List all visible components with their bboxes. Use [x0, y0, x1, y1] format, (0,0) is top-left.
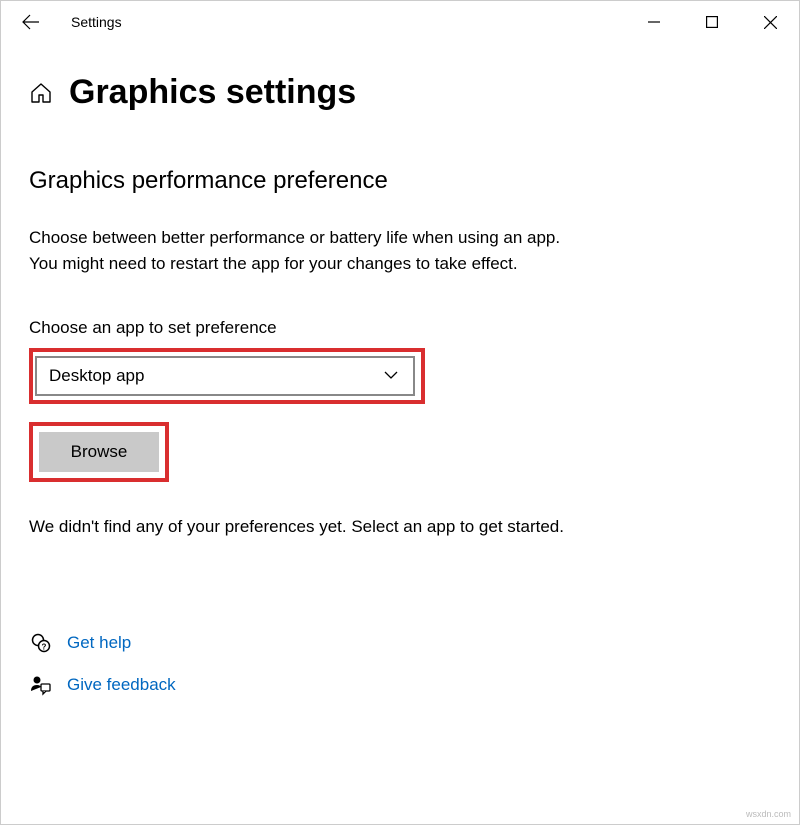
- window-controls: [625, 1, 799, 43]
- description-line-2: You might need to restart the app for yo…: [29, 254, 518, 273]
- empty-state-text: We didn't find any of your preferences y…: [29, 517, 771, 537]
- get-help-link[interactable]: Get help: [67, 633, 131, 653]
- feedback-icon: [29, 674, 53, 696]
- svg-text:?: ?: [42, 642, 47, 651]
- section-heading: Graphics performance preference: [29, 167, 771, 195]
- browse-button[interactable]: Browse: [39, 432, 159, 472]
- section-description: Choose between better performance or bat…: [29, 225, 771, 278]
- back-icon[interactable]: [21, 12, 41, 32]
- choose-app-label: Choose an app to set preference: [29, 318, 771, 338]
- page-title: Graphics settings: [69, 73, 356, 112]
- help-icon: ?: [29, 632, 53, 654]
- content-area: Graphics settings Graphics performance p…: [1, 43, 799, 696]
- description-line-1: Choose between better performance or bat…: [29, 228, 560, 247]
- app-type-dropdown[interactable]: Desktop app: [35, 356, 415, 396]
- help-link-row: ? Get help: [29, 632, 771, 654]
- chevron-down-icon: [383, 367, 399, 385]
- titlebar: Settings: [1, 1, 799, 43]
- dropdown-highlight: Desktop app: [29, 348, 425, 404]
- close-icon[interactable]: [741, 1, 799, 43]
- feedback-link-row: Give feedback: [29, 674, 771, 696]
- watermark: wsxdn.com: [746, 809, 791, 819]
- header-row: Graphics settings: [29, 73, 771, 112]
- give-feedback-link[interactable]: Give feedback: [67, 675, 176, 695]
- dropdown-selected-value: Desktop app: [49, 366, 144, 386]
- home-icon[interactable]: [29, 81, 53, 110]
- window-title: Settings: [71, 14, 122, 30]
- maximize-icon[interactable]: [683, 1, 741, 43]
- minimize-icon[interactable]: [625, 1, 683, 43]
- browse-highlight: Browse: [29, 422, 169, 482]
